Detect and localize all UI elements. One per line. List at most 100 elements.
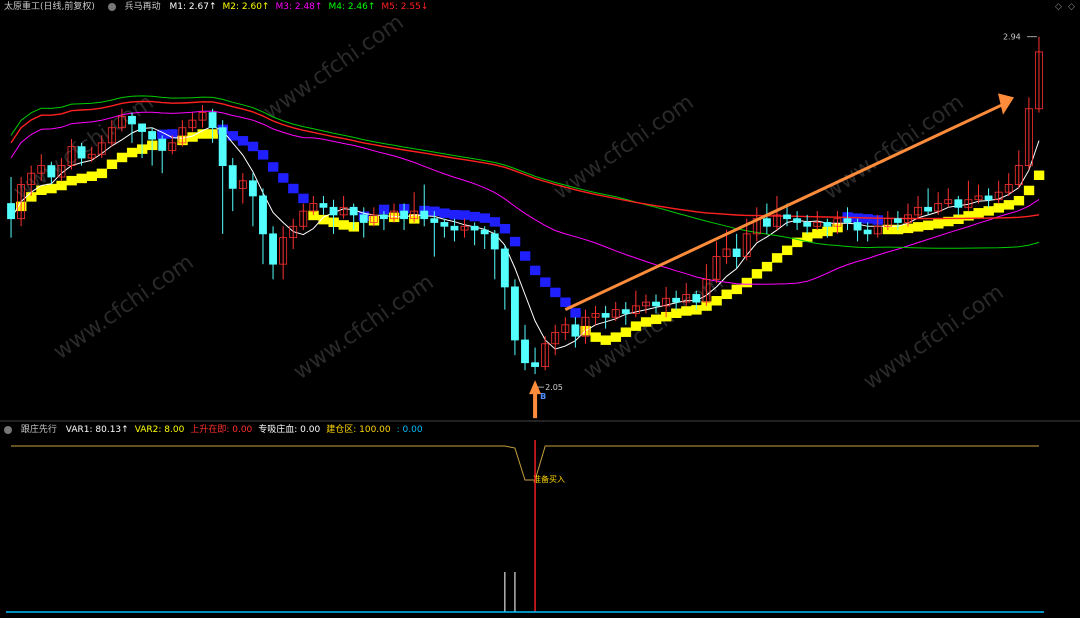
step-up-bar — [671, 308, 682, 318]
candle-body — [853, 222, 862, 231]
step-up-bar — [751, 269, 763, 279]
step-up-bar — [116, 152, 128, 163]
candle-body — [319, 203, 328, 208]
step-up-bar — [106, 159, 118, 170]
indicator-name[interactable]: 兵马再动 — [125, 0, 161, 14]
step-up-bar — [912, 222, 924, 232]
var-line — [11, 445, 1039, 481]
step-down-bar — [288, 183, 299, 194]
sub-value-5: : 0.00 — [396, 425, 423, 435]
step-up-bar — [610, 332, 622, 342]
step-up-bar — [761, 261, 773, 272]
step-up-bar — [923, 220, 934, 231]
watermark-text: www.cfchi.com — [859, 280, 1008, 395]
sub-indicator-toggle-icon[interactable] — [4, 425, 12, 434]
step-down-bar — [268, 162, 279, 172]
step-down-bar — [499, 223, 511, 234]
candle-body — [984, 195, 993, 201]
candle-body — [208, 112, 217, 129]
step-down-bar — [298, 193, 309, 204]
step-up-bar — [318, 214, 329, 225]
candle-body — [470, 225, 479, 231]
watermark-text: www.cfchi.com — [289, 270, 438, 385]
buy-tag: B — [540, 392, 546, 401]
candle-body — [823, 222, 832, 227]
candle-body — [430, 218, 439, 223]
candle-body — [954, 199, 963, 208]
step-up-bar — [36, 185, 47, 195]
step-up-bar — [771, 253, 783, 263]
step-up-bar — [640, 317, 652, 327]
candle-body — [783, 214, 791, 220]
sub-value-2: 上升在即: 0.00 — [190, 425, 253, 435]
candle-body — [228, 165, 237, 189]
candle-body — [259, 195, 267, 235]
step-up-bar — [1023, 185, 1035, 196]
step-down-bar — [519, 251, 531, 261]
candle-body — [158, 138, 167, 151]
watermark-text: www.cfchi.com — [819, 90, 968, 205]
candle-body — [732, 248, 741, 257]
step-up-bar — [681, 306, 692, 316]
step-down-bar — [469, 211, 480, 222]
diamond-icon[interactable]: ◇ — [1068, 2, 1075, 12]
candle-body — [521, 339, 529, 364]
step-up-bar — [1033, 170, 1045, 181]
candle-body — [672, 297, 681, 303]
sub-value-1: VAR2: 8.00 — [134, 425, 185, 435]
step-up-bar — [781, 245, 793, 256]
candle-body — [762, 218, 771, 227]
candles-layer — [7, 36, 1043, 375]
step-down-bar — [540, 277, 551, 287]
step-down-bar — [509, 236, 521, 247]
candle-body — [47, 165, 56, 178]
buy-signal-label: 准备买入 — [533, 474, 565, 484]
step-up-bar — [933, 219, 944, 229]
stock-title: 太原重工(日线,前复权) — [4, 2, 95, 12]
candle-body — [128, 115, 136, 125]
step-up-bar — [620, 327, 632, 337]
step-up-bar — [66, 175, 77, 186]
ma-value-4: M5: 2.55↓ — [381, 2, 429, 12]
sub-value-0: VAR1: 80.13↑ — [65, 425, 129, 435]
step-down-bar — [479, 213, 491, 223]
ma-value-1: M2: 2.60↑ — [222, 2, 270, 12]
candle-body — [601, 313, 610, 318]
step-up-bar — [630, 321, 642, 331]
sub-indicator-values: VAR1: 80.13↑ VAR2: 8.00 上升在即: 0.00 专吸庄血: 0.… — [66, 423, 429, 437]
step-up-bar — [993, 203, 1004, 213]
sub-chart-header: 跟庄先行 VAR1: 80.13↑ VAR2: 8.00 上升在即: 0.00 专吸庄… — [0, 423, 435, 437]
step-up-bar — [721, 289, 732, 300]
moving-average-layer — [10, 95, 1040, 350]
step-up-bar — [1013, 195, 1025, 206]
sub-indicator-name[interactable]: 跟庄先行 — [21, 423, 57, 437]
candle-body — [77, 146, 86, 159]
candle-body — [803, 222, 812, 227]
main-chart-header: 太原重工(日线,前复权) 兵马再动 M1: 2.67↑ M2: 2.60↑ M3: … — [0, 0, 440, 14]
candle-body — [329, 206, 338, 216]
step-up-bar — [56, 180, 67, 191]
candle-body — [793, 218, 802, 223]
candlestick-chart: www.cfchi.com www.cfchi.com www.cfchi.com w… — [0, 10, 1080, 613]
step-up-bar — [590, 332, 601, 342]
step-up-bar — [126, 147, 138, 158]
candle-body — [490, 233, 499, 250]
step-up-bar — [812, 228, 823, 239]
step-up-bar — [86, 171, 97, 181]
step-up-bar — [963, 211, 974, 221]
candle-body — [924, 206, 933, 212]
step-up-bar — [973, 208, 984, 218]
candle-body — [148, 131, 157, 140]
sub-value-3: 专吸庄血: 0.00 — [258, 425, 321, 435]
step-up-bar — [1003, 200, 1015, 210]
candle-body — [420, 210, 429, 220]
diamond-icon[interactable]: ◇ — [1055, 2, 1062, 12]
step-up-bar — [46, 183, 57, 194]
candle-body — [510, 286, 519, 341]
indicator-toggle-icon[interactable] — [107, 2, 116, 11]
step-down-bar — [459, 210, 470, 220]
candle-body — [893, 218, 902, 223]
step-down-bar — [489, 217, 501, 227]
watermark-text: www.cfchi.com — [259, 10, 408, 125]
step-up-bar — [338, 220, 349, 230]
